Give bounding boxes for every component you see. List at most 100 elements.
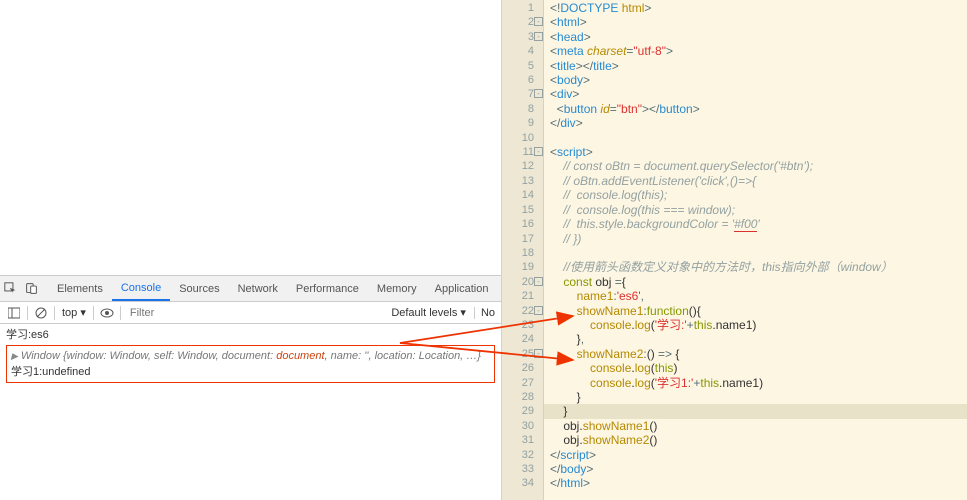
line-number: 12 (502, 159, 534, 173)
tab-network[interactable]: Network (229, 278, 287, 300)
tab-sources[interactable]: Sources (170, 278, 228, 300)
line-number: 11 (502, 145, 534, 159)
line-number: 14 (502, 188, 534, 202)
code-text: }, (544, 332, 584, 346)
code-line[interactable]: 23 console.log('学习:'+this.name1) (544, 318, 967, 332)
code-line[interactable]: 22- showName1:function(){ (544, 304, 967, 318)
line-number: 10 (502, 131, 534, 145)
line-number: 2 (502, 15, 534, 29)
code-text: showName2:() => { (544, 347, 679, 361)
code-line[interactable]: 14 // console.log(this); (544, 188, 967, 202)
code-line[interactable]: 16 // this.style.backgroundColor = '#f00… (544, 217, 967, 231)
fold-icon[interactable]: - (534, 306, 543, 315)
line-number: 24 (502, 332, 534, 346)
line-number: 6 (502, 73, 534, 87)
code-text (544, 131, 553, 145)
tab-application[interactable]: Application (426, 278, 498, 300)
tab-elements[interactable]: Elements (48, 278, 112, 300)
code-line[interactable]: 24 }, (544, 332, 967, 346)
fold-icon[interactable]: - (534, 349, 543, 358)
code-line[interactable]: 26 console.log(this) (544, 361, 967, 375)
code-line[interactable]: 3-<head> (544, 30, 967, 44)
code-editor-pane[interactable]: 1<!DOCTYPE html>2-<html>3-<head>4<meta c… (501, 0, 967, 500)
fold-icon[interactable]: - (534, 147, 543, 156)
code-line[interactable]: 12 // const oBtn = document.querySelecto… (544, 159, 967, 173)
code-text: <button id="btn"></button> (544, 102, 700, 116)
tab-console[interactable]: Console (112, 277, 170, 301)
code-text: } (544, 390, 581, 404)
line-number: 31 (502, 433, 534, 447)
line-number: 32 (502, 448, 534, 462)
code-line[interactable]: 31 obj.showName2() (544, 433, 967, 447)
code-text: <script> (544, 145, 593, 159)
code-line[interactable]: 11-<script> (544, 145, 967, 159)
code-text: <meta charset="utf-8"> (544, 44, 673, 58)
tab-performance[interactable]: Performance (287, 278, 368, 300)
code-line[interactable]: 17 // }) (544, 232, 967, 246)
code-line[interactable]: 32</script> (544, 448, 967, 462)
separator (54, 306, 55, 320)
sidebar-toggle-icon[interactable] (6, 305, 22, 321)
fold-icon[interactable]: - (534, 32, 543, 41)
fold-icon[interactable]: - (534, 277, 543, 286)
code-line[interactable]: 2-<html> (544, 15, 967, 29)
line-number: 33 (502, 462, 534, 476)
console-line: 学习1:undefined (11, 364, 490, 380)
separator (27, 306, 28, 320)
code-line[interactable]: 10 (544, 131, 967, 145)
code-text: <html> (544, 15, 587, 29)
code-text: const obj ={ (544, 275, 626, 289)
expand-icon[interactable]: ▶ (11, 351, 18, 361)
issues-badge[interactable]: No (474, 307, 497, 319)
code-content[interactable]: 1<!DOCTYPE html>2-<html>3-<head>4<meta c… (544, 0, 967, 492)
code-text (544, 246, 553, 260)
code-line[interactable]: 9</div> (544, 116, 967, 130)
fold-icon[interactable]: - (534, 17, 543, 26)
line-number: 17 (502, 232, 534, 246)
code-line[interactable]: 28 } (544, 390, 967, 404)
inspect-icon[interactable] (4, 281, 17, 297)
clear-console-icon[interactable] (33, 305, 49, 321)
fold-icon[interactable]: - (534, 89, 543, 98)
code-text: <div> (544, 87, 579, 101)
code-line[interactable]: 34</html> (544, 476, 967, 490)
console-toolbar: top ▾ Default levels ▾ No (0, 302, 501, 324)
code-line[interactable]: 33</body> (544, 462, 967, 476)
line-number: 27 (502, 376, 534, 390)
code-text: // console.log(this === window); (544, 203, 735, 217)
line-number: 19 (502, 260, 534, 274)
code-text: console.log('学习:'+this.name1) (544, 318, 756, 332)
code-line[interactable]: 18 (544, 246, 967, 260)
console-line: ▶Window {window: Window, self: Window, d… (11, 348, 490, 364)
code-line[interactable]: 25- showName2:() => { (544, 347, 967, 361)
code-line[interactable]: 7-<div> (544, 87, 967, 101)
code-line[interactable]: 27 console.log('学习1:'+this.name1) (544, 376, 967, 390)
code-line[interactable]: 13 // oBtn.addEventListener('click',()=>… (544, 174, 967, 188)
code-line[interactable]: 30 obj.showName1() (544, 419, 967, 433)
code-line[interactable]: 8 <button id="btn"></button> (544, 102, 967, 116)
code-text: </html> (544, 476, 590, 490)
code-line[interactable]: 15 // console.log(this === window); (544, 203, 967, 217)
tab-memory[interactable]: Memory (368, 278, 426, 300)
context-selector[interactable]: top ▾ (58, 306, 90, 319)
line-number: 1 (502, 1, 534, 15)
code-line[interactable]: 1<!DOCTYPE html> (544, 1, 967, 15)
code-line[interactable]: 19 //使用箭头函数定义对象中的方法时，this指向外部（window） (544, 260, 967, 274)
filter-input[interactable] (130, 305, 381, 321)
code-text: </script> (544, 448, 596, 462)
log-levels-selector[interactable]: Default levels ▾ (387, 306, 470, 319)
code-line[interactable]: 29 } (544, 404, 967, 418)
line-number: 3 (502, 30, 534, 44)
line-number: 8 (502, 102, 534, 116)
page-viewport (0, 0, 501, 276)
code-line[interactable]: 20- const obj ={ (544, 275, 967, 289)
code-line[interactable]: 21 name1:'es6', (544, 289, 967, 303)
eye-icon[interactable] (99, 305, 115, 321)
code-line[interactable]: 5<title></title> (544, 59, 967, 73)
code-line[interactable]: 6<body> (544, 73, 967, 87)
code-line[interactable]: 4<meta charset="utf-8"> (544, 44, 967, 58)
device-icon[interactable] (25, 281, 38, 297)
line-number: 18 (502, 246, 534, 260)
console-output[interactable]: 学习:es6 ▶Window {window: Window, self: Wi… (0, 324, 501, 386)
code-text: <title></title> (544, 59, 619, 73)
